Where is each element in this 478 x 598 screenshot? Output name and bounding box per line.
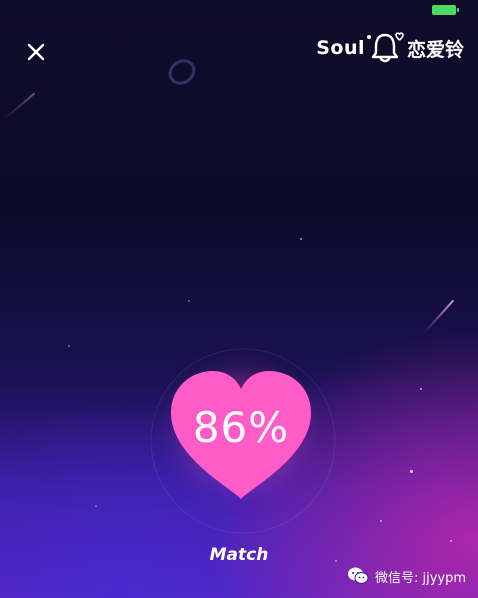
star-decoration	[300, 238, 302, 240]
star-decoration	[188, 300, 190, 302]
shooting-star-decoration	[423, 299, 455, 334]
star-decoration	[68, 345, 70, 347]
star-decoration	[380, 520, 382, 522]
match-label: Match	[209, 545, 269, 565]
wechat-icon	[347, 567, 369, 584]
match-percentage: 86%	[192, 403, 290, 452]
close-button[interactable]	[22, 38, 50, 66]
brand-logo: Soul 恋爱铃	[316, 30, 464, 66]
close-icon	[27, 43, 45, 61]
shooting-star-decoration	[3, 92, 36, 120]
match-screen: Soul 恋爱铃 86% Match 微信号: jjyypm	[0, 0, 478, 598]
star-decoration	[410, 470, 413, 473]
star-decoration	[95, 505, 97, 507]
star-decoration	[420, 388, 422, 390]
status-bar	[0, 0, 478, 22]
watermark-text: 微信号: jjyypm	[374, 570, 466, 586]
planet-ring-decoration	[163, 54, 201, 90]
star-decoration	[450, 540, 452, 542]
brand-word: Soul	[316, 37, 365, 59]
brand-chinese-name: 恋爱铃	[406, 38, 464, 61]
bell-icon	[366, 32, 404, 63]
wechat-watermark: 微信号: jjyypm	[347, 566, 466, 586]
match-heart: 86%	[150, 348, 336, 534]
battery-icon	[432, 5, 459, 15]
